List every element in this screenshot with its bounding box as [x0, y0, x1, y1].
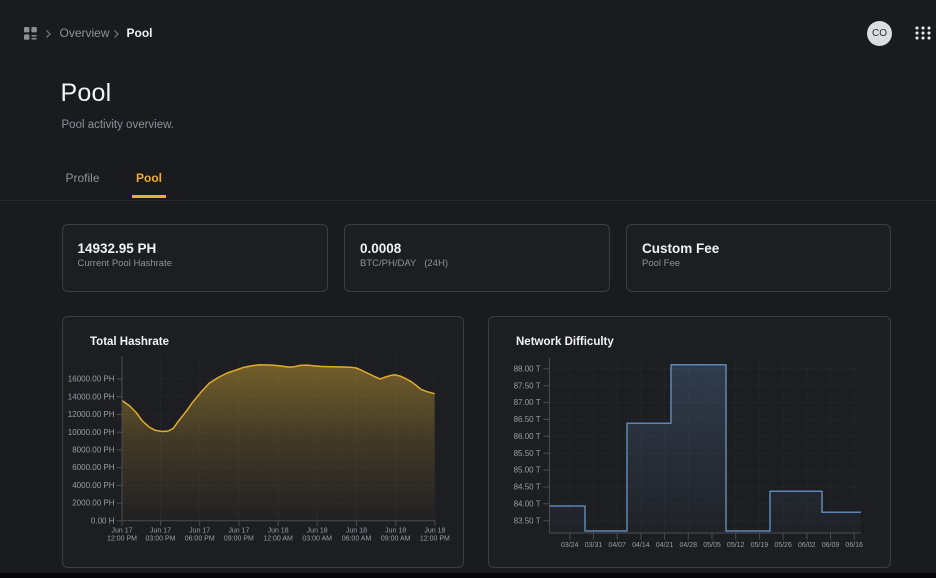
svg-text:Jun 17: Jun 17	[149, 528, 170, 535]
svg-text:Jun 18: Jun 18	[345, 528, 366, 535]
svg-text:88.00 T: 88.00 T	[514, 364, 541, 373]
svg-text:06/02: 06/02	[798, 542, 816, 549]
svg-text:Jun 18: Jun 18	[306, 528, 327, 535]
svg-text:Jun 17: Jun 17	[189, 528, 210, 535]
svg-text:12:00 PM: 12:00 PM	[419, 536, 449, 543]
svg-text:04/21: 04/21	[656, 542, 674, 549]
svg-text:09:00 AM: 09:00 AM	[380, 536, 410, 543]
svg-text:03:00 AM: 03:00 AM	[302, 536, 332, 543]
svg-text:16000.00 PH: 16000.00 PH	[67, 375, 114, 384]
svg-text:4000.00 PH: 4000.00 PH	[72, 481, 114, 490]
svg-text:85.00 T: 85.00 T	[514, 466, 541, 475]
svg-text:87.50 T: 87.50 T	[514, 381, 541, 390]
svg-text:Jun 17: Jun 17	[111, 528, 132, 535]
svg-text:03:00 PM: 03:00 PM	[145, 536, 175, 543]
svg-text:10000.00 PH: 10000.00 PH	[67, 428, 114, 437]
svg-text:04/07: 04/07	[608, 542, 626, 549]
svg-text:12:00 AM: 12:00 AM	[263, 536, 293, 543]
svg-text:87.00 T: 87.00 T	[514, 398, 541, 407]
svg-text:03/31: 03/31	[585, 542, 603, 549]
svg-text:12:00 PM: 12:00 PM	[107, 536, 137, 543]
svg-text:84.00 T: 84.00 T	[514, 499, 541, 508]
svg-text:84.50 T: 84.50 T	[514, 483, 541, 492]
svg-text:04/28: 04/28	[680, 542, 698, 549]
svg-text:05/12: 05/12	[727, 542, 745, 549]
svg-text:Jun 18: Jun 18	[424, 528, 445, 535]
svg-text:05/05: 05/05	[703, 542, 721, 549]
svg-text:06:00 AM: 06:00 AM	[341, 536, 371, 543]
svg-text:06:00 PM: 06:00 PM	[184, 536, 214, 543]
svg-text:2000.00 PH: 2000.00 PH	[72, 499, 114, 508]
svg-text:Jun 18: Jun 18	[267, 528, 288, 535]
svg-text:04/14: 04/14	[632, 542, 650, 549]
svg-text:05/19: 05/19	[751, 542, 769, 549]
svg-text:12000.00 PH: 12000.00 PH	[67, 410, 114, 419]
svg-text:03/24: 03/24	[561, 542, 579, 549]
svg-text:6000.00 PH: 6000.00 PH	[72, 463, 114, 472]
svg-text:85.50 T: 85.50 T	[514, 449, 541, 458]
svg-text:Jun 18: Jun 18	[385, 528, 406, 535]
svg-text:05/26: 05/26	[774, 542, 792, 549]
svg-text:83.50 T: 83.50 T	[514, 516, 541, 525]
svg-text:86.50 T: 86.50 T	[514, 415, 541, 424]
svg-text:14000.00 PH: 14000.00 PH	[67, 392, 114, 401]
svg-text:06/16: 06/16	[845, 542, 863, 549]
svg-text:86.00 T: 86.00 T	[514, 432, 541, 441]
svg-text:09:00 PM: 09:00 PM	[223, 536, 253, 543]
svg-text:Jun 17: Jun 17	[228, 528, 249, 535]
svg-text:0.00 H: 0.00 H	[90, 516, 114, 525]
svg-text:8000.00 PH: 8000.00 PH	[72, 446, 114, 455]
svg-text:06/09: 06/09	[822, 542, 840, 549]
